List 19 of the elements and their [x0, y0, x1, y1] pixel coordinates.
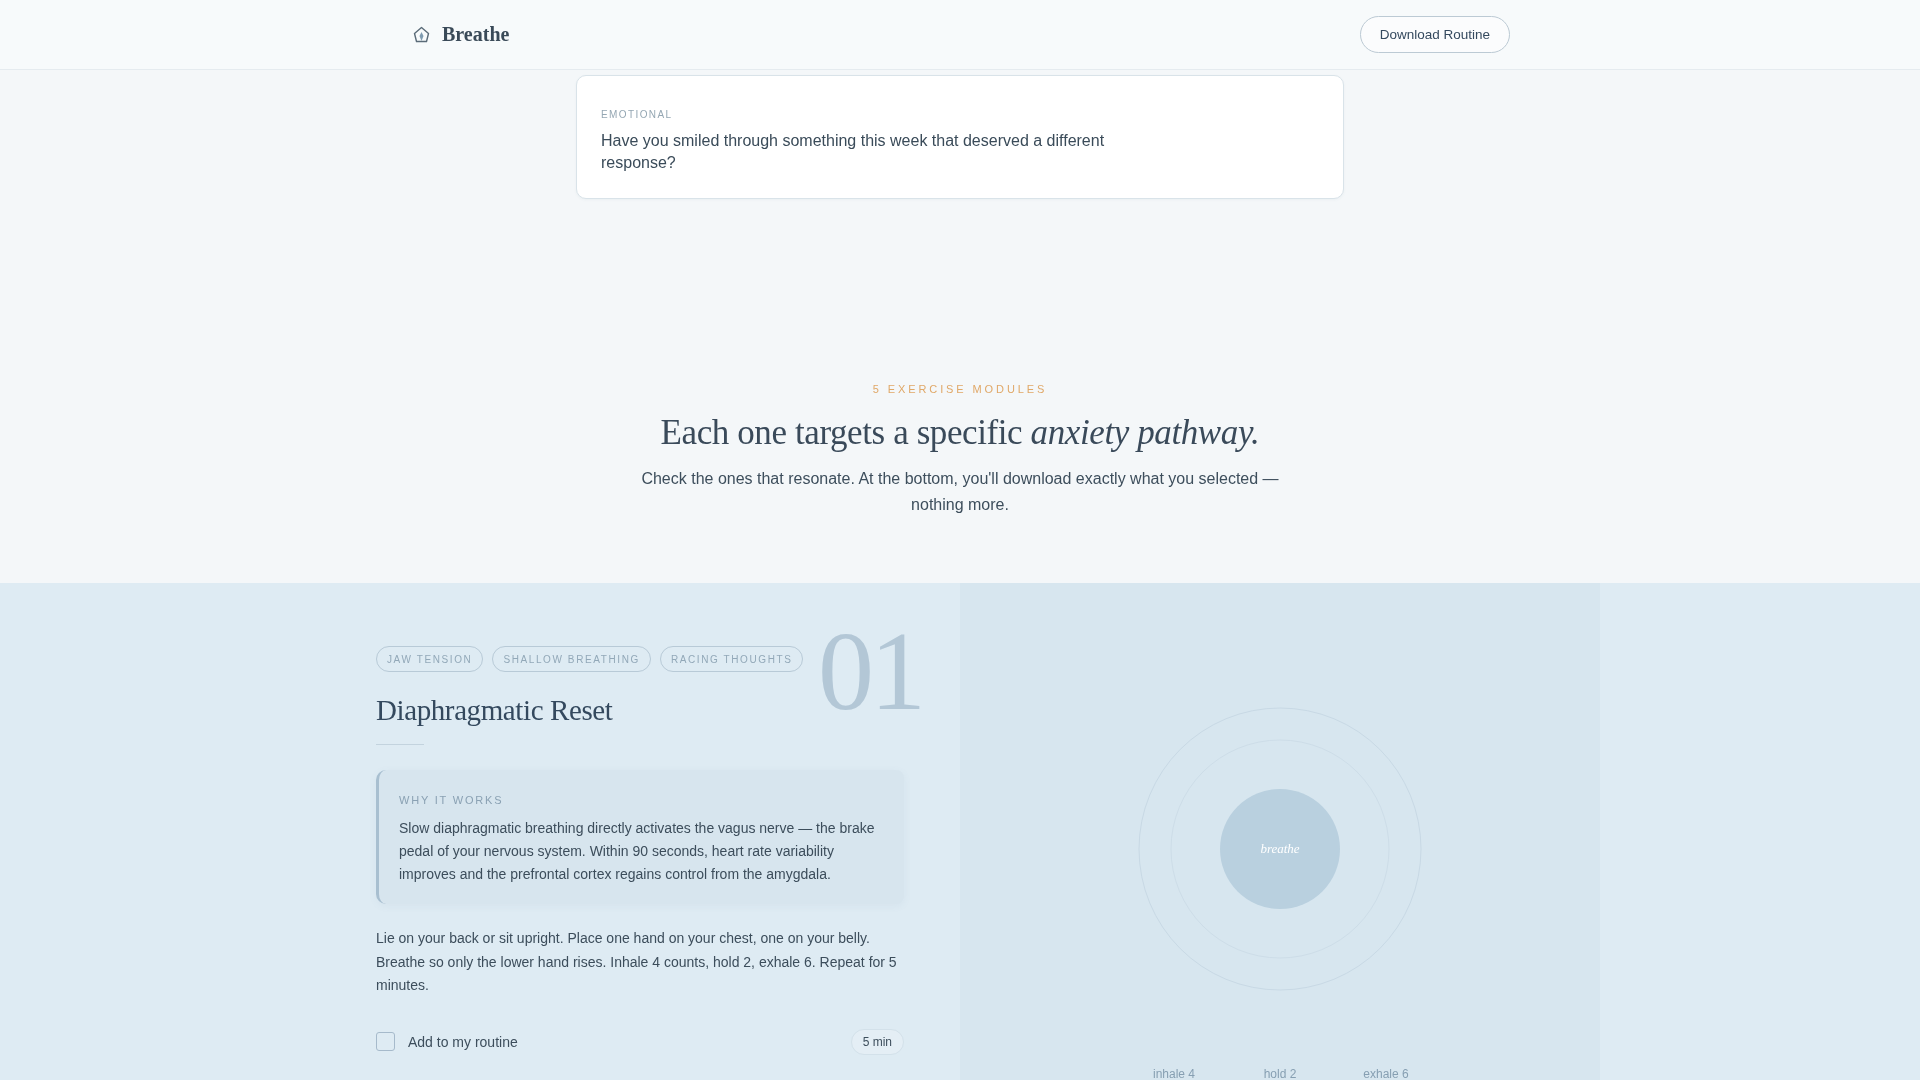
phase-label: inhale 4: [1152, 1067, 1195, 1080]
instructions-text: Lie on your back or sit upright. Place one hand on your chest, one on your belly. Breathe so only the lower hand rises. Inhale 4 counts, hold 2, exhale 6. Repeat for 5 minutes.: [376, 929, 898, 995]
category-label: EMOTIONAL: [601, 108, 673, 122]
download-routine-button[interactable]: Download Routine: [1359, 16, 1510, 53]
pentagon-logo-icon: [413, 26, 430, 43]
module-title: Diaphragmatic Reset: [376, 693, 613, 728]
duration-tag: 5 min: [850, 1028, 904, 1055]
section-eyebrow: 5 EXERCISE MODULES: [872, 382, 1048, 396]
why-text: Slow diaphragmatic breathing directly activates the vagus nerve — the brake pedal of your nervous system. Within 90 seconds, heart rate variability improves and the prefrontal cortex regains control from the amygdala.: [399, 819, 876, 884]
question-text: Have you smiled through something this week that deserved a different response?: [601, 131, 1106, 173]
routine-checkbox[interactable]: [376, 1032, 395, 1051]
phase-label: hold 2: [1263, 1067, 1297, 1080]
brand-name: Breathe: [442, 23, 510, 46]
section-description: Check the ones that resonate. At the bottom, you'll download exactly what you selected — nothing more.: [640, 469, 1280, 515]
phase-label: exhale 6: [1363, 1067, 1409, 1080]
why-label: WHY IT WORKS: [399, 793, 504, 807]
section-heading: Each one targets a specific anxiety pathway.: [660, 412, 1260, 453]
breathe-orb: breathe: [1220, 789, 1340, 909]
routine-label[interactable]: Add to my routine: [408, 1033, 518, 1050]
